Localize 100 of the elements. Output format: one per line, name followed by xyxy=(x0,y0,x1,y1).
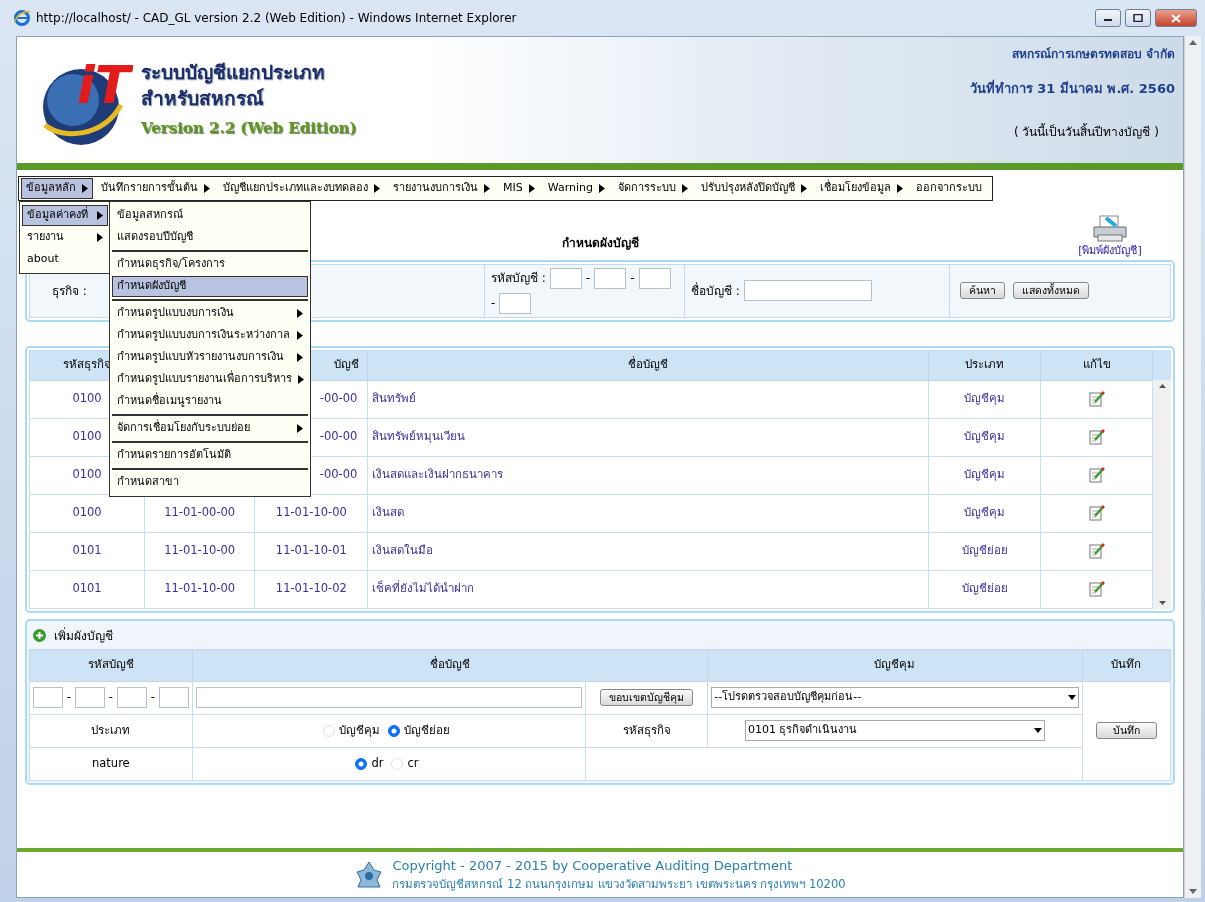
menu-item[interactable]: แสดงรอบปีบัญชี xyxy=(112,227,308,248)
menu-item[interactable]: กำหนดรูปแบบงบการเงินระหว่างกาล xyxy=(112,325,308,346)
menu-item[interactable]: กำหนดธุรกิจ/โครงการ xyxy=(112,254,308,275)
separator-text: - xyxy=(108,688,113,706)
table-cell: บัญชีคุม xyxy=(928,456,1041,494)
table-cell: สินทรัพย์หมุนเวียน xyxy=(367,418,929,456)
name-input[interactable] xyxy=(195,687,583,708)
separator-text: - xyxy=(150,688,155,706)
column-header: ชื่อบัญชี xyxy=(192,649,708,681)
printer-icon xyxy=(1092,215,1128,243)
dropdown-caret-icon xyxy=(1067,695,1076,700)
table-cell: 11-01-10-02 xyxy=(254,570,368,608)
menu-item[interactable]: จัดการระบบ xyxy=(612,178,693,199)
version-text: Version 2.2 (Web Edition) xyxy=(141,118,357,140)
table-cell: 11-01-10-00 xyxy=(144,532,255,570)
menu-item[interactable]: ข้อมูลค่าคงที่ xyxy=(22,205,108,226)
radio-button[interactable] xyxy=(388,724,401,737)
menu-item[interactable]: ออกจากระบบ xyxy=(910,178,987,199)
table-cell: 11-01-10-01 xyxy=(254,532,368,570)
table-cell: สินทรัพย์ xyxy=(367,380,929,418)
table-cell: บัญชีคุม xyxy=(928,494,1041,532)
column-header: รหัสบัญชี xyxy=(29,649,193,681)
menu-item[interactable]: Warning xyxy=(542,178,610,199)
name-input[interactable] xyxy=(743,280,872,301)
scroll-down-icon xyxy=(1189,889,1197,894)
table-cell: 11-01-00-00 xyxy=(144,494,255,532)
section-title: เพิ่มผังบัญชี xyxy=(54,626,113,645)
table-cell: บัญชีคุม xyxy=(928,380,1041,418)
emblem-icon xyxy=(354,859,385,890)
menu-item[interactable]: ปรับปรุงหลังปิดบัญชี xyxy=(695,178,812,199)
browse-button[interactable]: ขอบเขตบัญชีคุม xyxy=(600,688,694,707)
minimize-button[interactable] xyxy=(1095,9,1121,27)
code-input[interactable] xyxy=(638,267,671,289)
edit-icon[interactable] xyxy=(1088,542,1105,559)
table-cell: บัญชีย่อย xyxy=(928,532,1041,570)
action-button[interactable]: แสดงทั้งหมด xyxy=(1013,281,1089,300)
option-label: บัญชีย่อย xyxy=(404,721,451,739)
code-input[interactable] xyxy=(158,687,189,708)
menu-item[interactable]: about xyxy=(22,249,108,270)
code-input[interactable] xyxy=(549,267,582,289)
separator-text: - xyxy=(630,270,635,287)
menu-item[interactable]: กำหนดรูปแบบงบการเงิน xyxy=(112,303,308,324)
menu-item[interactable]: ข้อมูลหลัก xyxy=(21,178,93,199)
control-account-select[interactable]: --โปรดตรวจสอบบัญชีคุมก่อน-- xyxy=(711,687,1079,708)
close-button[interactable] xyxy=(1155,9,1197,27)
app-subtitle: สำหรับสหกรณ์ xyxy=(141,85,265,111)
menu-item[interactable]: รายงานงบการเงิน xyxy=(388,178,495,199)
separator-text: - xyxy=(585,270,591,287)
edit-icon[interactable] xyxy=(1088,580,1105,597)
field-label: ธุรกิจ : xyxy=(52,283,87,298)
year-end-note: ( วันนี้เป็นวันสิ้นปีทางบัญชี ) xyxy=(1014,122,1159,141)
window-title: http://localhost/ - CAD_GL version 2.2 (Web Edition) - Windows Internet Explorer xyxy=(36,10,518,27)
maximize-button[interactable] xyxy=(1125,9,1151,27)
option-label: บัญชีคุม xyxy=(339,721,381,739)
maximize-icon xyxy=(1133,14,1143,22)
business-select[interactable]: 0101 ธุรกิจดำเนินงาน xyxy=(744,720,1045,741)
radio-button[interactable] xyxy=(355,757,368,770)
field-label: รหัสธุรกิจ xyxy=(585,714,708,747)
code-input[interactable] xyxy=(74,687,105,708)
table-cell: เช็คที่ยังไม่ได้นำฝาก xyxy=(367,570,929,608)
separator-text: - xyxy=(66,688,71,706)
column-header: ประเภท xyxy=(928,350,1041,380)
table-cell: เงินสดในมือ xyxy=(367,532,929,570)
menu-item[interactable]: MIS xyxy=(498,178,540,199)
code-input[interactable] xyxy=(594,267,627,289)
action-button[interactable]: ค้นหา xyxy=(960,281,1005,300)
scrollbar[interactable] xyxy=(1184,36,1201,898)
menu-item[interactable]: รายงาน xyxy=(22,227,108,248)
table-cell: บัญชีย่อย xyxy=(928,570,1041,608)
field-label: รหัสบัญชี : xyxy=(491,270,546,287)
copyright-text: Copyright - 2007 - 2015 by Cooperative Auditing Department xyxy=(392,857,794,876)
save-button[interactable]: บันทึก xyxy=(1095,721,1157,740)
field-label: nature xyxy=(29,747,193,780)
page-title: กำหนดผังบัญชี xyxy=(561,235,639,250)
menu-item[interactable]: บันทึกรายการขั้นต้น xyxy=(96,178,215,199)
dropdown-caret-icon xyxy=(1033,728,1042,733)
column-header: บัญชีคุม xyxy=(707,649,1082,681)
scrollbar[interactable] xyxy=(1153,379,1171,609)
menu-item[interactable]: ข้อมูลสหกรณ์ xyxy=(112,205,308,226)
print-link[interactable]: [พิมพ์ผังบัญชี] xyxy=(1078,243,1142,260)
table-cell: 11-01-10-00 xyxy=(254,494,368,532)
plus-icon xyxy=(33,629,46,642)
code-input[interactable] xyxy=(499,292,532,314)
code-input[interactable] xyxy=(116,687,147,708)
table-cell: เงินสดและเงินฝากธนาคาร xyxy=(367,456,929,494)
close-icon xyxy=(1171,13,1181,23)
menu-item[interactable]: บัญชีแยกประเภทและงบทดลอง xyxy=(218,178,385,199)
edit-icon[interactable] xyxy=(1088,428,1105,445)
edit-icon[interactable] xyxy=(1088,390,1105,407)
menu-item[interactable]: กำหนดผังบัญชี xyxy=(112,276,308,297)
edit-icon[interactable] xyxy=(1088,466,1105,483)
organization-name: สหกรณ์การเกษตรทดสอบ จำกัด xyxy=(1011,46,1175,63)
header-filler xyxy=(1153,349,1171,380)
edit-icon[interactable] xyxy=(1088,504,1105,521)
code-input[interactable] xyxy=(33,687,63,708)
table-cell: เงินสด xyxy=(367,494,929,532)
menu-item[interactable]: เชื่อมโยงข้อมูล xyxy=(814,178,908,199)
app-title: ระบบบัญชีแยกประเภท xyxy=(141,60,326,86)
scroll-down-icon xyxy=(1158,600,1166,605)
work-date: วันที่ทำการ 31 มีนาคม พ.ศ. 2560 xyxy=(969,79,1175,98)
